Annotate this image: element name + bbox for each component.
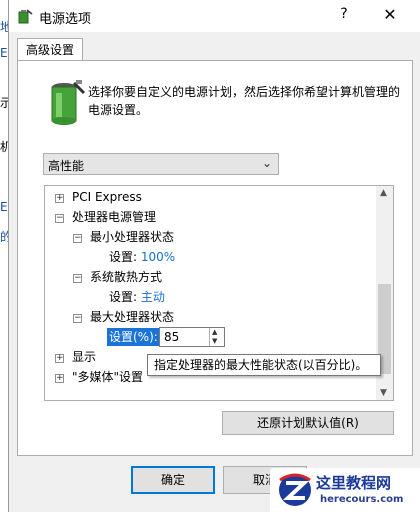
tree-item-display[interactable]: + 显示: [55, 348, 96, 366]
title-bar[interactable]: 电源选项 ? ✕: [9, 0, 420, 32]
watermark-url: herecours.com: [320, 494, 404, 505]
tooltip: 指定处理器的最大性能状态(以百分比)。: [147, 354, 381, 376]
tree-item-multimedia[interactable]: + "多媒体"设置: [55, 368, 143, 386]
collapse-icon[interactable]: −: [73, 274, 82, 283]
advanced-settings-panel: 选择你要自定义的电源计划，然后选择你希望计算机管理的电源设置。 高性能 ⌄ + P…: [17, 60, 413, 456]
help-button[interactable]: ?: [331, 6, 357, 26]
watermark: 这里教程网 herecours.com: [270, 468, 420, 512]
close-button[interactable]: ✕: [377, 5, 403, 27]
tree-item-label: 处理器电源管理: [72, 210, 157, 224]
power-options-dialog: 电源选项 ? ✕ 高级设置 选择你要自定义的电源计划，然后选择你希望计算机管理的…: [8, 0, 420, 512]
tab-advanced-settings[interactable]: 高级设置: [17, 38, 83, 61]
background-text: E: [0, 46, 8, 60]
description-text: 选择你要自定义的电源计划，然后选择你希望计算机管理的电源设置。: [88, 85, 401, 117]
max-state-value[interactable]: 85: [164, 330, 179, 344]
scroll-down-icon[interactable]: ▼: [380, 388, 387, 398]
max-state-setting-label: 设置(%):: [107, 328, 159, 346]
collapse-icon[interactable]: −: [73, 314, 82, 323]
collapse-icon[interactable]: −: [55, 214, 64, 223]
tree-setting-cooling[interactable]: 设置: 主动: [109, 288, 165, 306]
power-plan-value: 高性能: [48, 159, 85, 173]
restore-defaults-button[interactable]: 还原计划默认值(R): [222, 411, 394, 435]
scroll-up-icon[interactable]: ▲: [380, 188, 387, 198]
setting-label: 设置:: [109, 290, 138, 304]
tree-item-label: 最大处理器状态: [90, 310, 175, 324]
watermark-logo-icon: [279, 473, 311, 506]
background-text: E: [0, 200, 8, 214]
ok-button[interactable]: 确定: [131, 466, 215, 494]
expand-icon[interactable]: +: [55, 354, 64, 363]
spin-down-icon[interactable]: ▼: [212, 337, 217, 345]
chevron-down-icon: ⌄: [261, 156, 272, 170]
collapse-icon[interactable]: −: [73, 234, 82, 243]
max-state-spinbox[interactable]: 85 ▲ ▼: [159, 327, 225, 347]
tree-item-min-processor-state[interactable]: − 最小处理器状态: [73, 228, 174, 246]
tree-item-label: PCI Express: [72, 190, 142, 204]
setting-value: 主动: [140, 290, 165, 304]
battery-icon: [51, 80, 86, 125]
watermark-title: 这里教程网: [316, 474, 392, 492]
window-title: 电源选项: [39, 12, 92, 27]
tree-item-label: 显示: [72, 350, 97, 364]
tree-item-max-processor-state[interactable]: − 最大处理器状态: [73, 308, 174, 326]
tree-setting-min-state[interactable]: 设置: 100%: [109, 248, 175, 266]
tree-item-label: 系统散热方式: [90, 270, 163, 284]
power-plan-icon: [18, 9, 33, 24]
setting-label: 设置:: [109, 250, 138, 264]
spin-up-icon[interactable]: ▲: [212, 328, 217, 336]
power-plan-select[interactable]: 高性能 ⌄: [43, 153, 279, 175]
tree-item-label: 最小处理器状态: [90, 230, 175, 244]
expand-icon[interactable]: +: [55, 374, 64, 383]
tree-item-cooling-policy[interactable]: − 系统散热方式: [73, 268, 162, 286]
spinner-buttons: ▲ ▼: [209, 328, 224, 346]
tree-item-processor-power[interactable]: − 处理器电源管理: [55, 208, 156, 226]
tree-item-label: "多媒体"设置: [72, 370, 144, 384]
expand-icon[interactable]: +: [55, 194, 64, 203]
tree-item-pci-express[interactable]: + PCI Express: [55, 188, 142, 206]
setting-value: 100%: [140, 250, 176, 264]
